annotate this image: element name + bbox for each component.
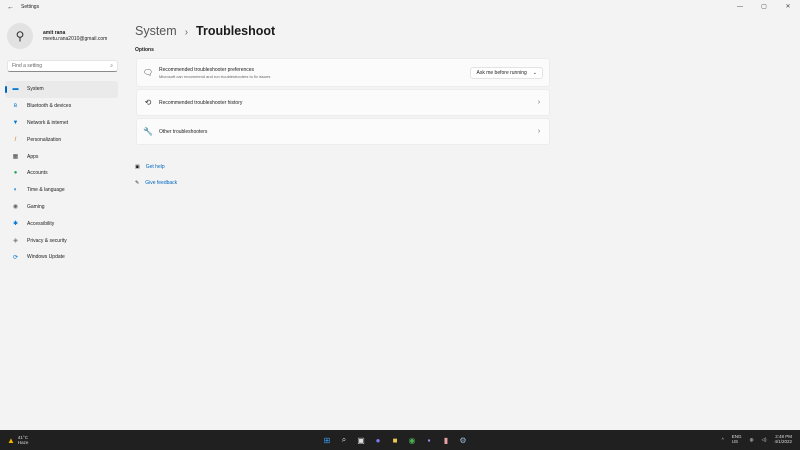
- start-icon[interactable]: ⊞: [320, 433, 334, 447]
- troubleshooter-history-card[interactable]: ⟲ Recommended troubleshooter history ›: [136, 89, 550, 116]
- card-title: Recommended troubleshooter history: [159, 99, 243, 106]
- premiere-icon[interactable]: ▪: [422, 433, 436, 447]
- settings-icon[interactable]: ⚙: [456, 433, 470, 447]
- search-icon[interactable]: ⌕: [337, 433, 351, 447]
- maximize-button[interactable]: ▢: [752, 0, 776, 14]
- section-heading: Options: [135, 47, 154, 53]
- sidebar-item-label: Time & language: [27, 187, 65, 194]
- card-subtitle: Microsoft can recommend and run troubles…: [159, 73, 271, 79]
- nav-icon: ▦: [12, 154, 19, 161]
- chat-icon[interactable]: ●: [371, 433, 385, 447]
- card-title: Other troubleshooters: [159, 128, 208, 135]
- user-email: meetu.rana2010@gmail.com: [43, 36, 108, 42]
- sidebar-item-bluetooth-devices[interactable]: ʙ Bluetooth & devices: [5, 98, 118, 115]
- give-feedback-label[interactable]: Give feedback: [145, 180, 177, 186]
- taskbar: ▲ 41°C Haze ⊞ ⌕ ▣ ● ■ ◉ ▪ ▮ ⚙ ^ ENG US ◍ ◁…: [0, 430, 800, 450]
- dropdown-value: Ask me before running: [476, 69, 527, 76]
- avatar-icon: ⚲: [7, 23, 33, 49]
- history-icon: ⟲: [144, 98, 152, 107]
- nav-icon: /: [14, 136, 17, 143]
- date: 4/1/2022: [774, 439, 792, 445]
- volume-icon[interactable]: ◁): [762, 437, 767, 442]
- window-title: Settings: [21, 4, 40, 10]
- user-profile[interactable]: ⚲ amit rana meetu.rana2010@gmail.com: [7, 23, 107, 49]
- chevron-right-icon: ›: [537, 128, 541, 135]
- chat-icon: 🗨: [142, 68, 154, 77]
- sidebar-item-accessibility[interactable]: ✱ Accessibility: [5, 215, 118, 232]
- sidebar-item-label: Privacy & security: [27, 237, 67, 244]
- sidebar-item-personalization[interactable]: / Personalization: [5, 131, 118, 148]
- sidebar-nav: ▬ System ʙ Bluetooth & devices ▼ Network & in…: [5, 81, 118, 266]
- nav-icon: ◈: [13, 238, 18, 245]
- sidebar-item-label: Bluetooth & devices: [27, 103, 72, 110]
- sidebar-item-privacy-security[interactable]: ◈ Privacy & security: [5, 232, 118, 249]
- sidebar-item-label: Personalization: [27, 136, 62, 143]
- search-icon: ⌕: [110, 63, 113, 69]
- wrench-icon: 🔧: [143, 127, 153, 136]
- sidebar-item-label: System: [27, 86, 44, 93]
- region-code: US: [731, 439, 739, 445]
- paint-icon[interactable]: ▮: [439, 433, 453, 447]
- sidebar-item-apps[interactable]: ▦ Apps: [5, 148, 118, 165]
- sidebar-item-windows-update[interactable]: ⟳ Windows Update: [5, 249, 118, 266]
- preference-dropdown[interactable]: Ask me before running ⌄: [470, 66, 543, 79]
- sidebar-item-gaming[interactable]: ◉ Gaming: [5, 199, 118, 216]
- sidebar-item-accounts[interactable]: ● Accounts: [5, 165, 118, 182]
- task-view-icon[interactable]: ▣: [354, 433, 368, 447]
- get-help-label[interactable]: Get help: [146, 164, 165, 170]
- network-icon[interactable]: ◍: [750, 437, 754, 442]
- minimize-button[interactable]: —: [728, 0, 752, 14]
- weather-condition: Haze: [17, 440, 29, 445]
- nav-icon: ▬: [12, 86, 19, 93]
- page-title: Troubleshoot: [196, 24, 276, 38]
- other-troubleshooters-card[interactable]: 🔧 Other troubleshooters ›: [136, 118, 550, 145]
- help-icon: ▣: [135, 164, 140, 170]
- search-input[interactable]: Find a setting ⌕: [7, 60, 118, 72]
- weather-icon: ▲: [7, 435, 15, 445]
- sidebar-item-system[interactable]: ▬ System: [5, 81, 118, 98]
- sidebar-item-label: Apps: [27, 153, 39, 160]
- nav-icon: ▼: [12, 119, 19, 126]
- chevron-right-icon: ›: [184, 27, 189, 38]
- feedback-icon: ✎: [135, 180, 140, 186]
- nav-icon: ●: [13, 170, 18, 177]
- weather-widget[interactable]: ▲ 41°C Haze: [7, 435, 28, 445]
- sidebar-item-time-language[interactable]: ◐ Time & language: [5, 182, 118, 199]
- nav-icon: ◐: [13, 187, 18, 194]
- chevron-right-icon: ›: [537, 99, 541, 106]
- title-bar: ← Settings — ▢ ✕: [0, 0, 800, 14]
- clock[interactable]: 2:48 PM 4/1/2022: [774, 434, 792, 445]
- troubleshooter-preferences-card: 🗨 Recommended troubleshooter preferences…: [136, 58, 550, 87]
- nav-icon: ⟳: [12, 254, 19, 261]
- give-feedback-link[interactable]: ✎ Give feedback: [135, 175, 177, 191]
- sidebar-item-label: Network & internet: [27, 119, 69, 126]
- breadcrumb-system[interactable]: System: [135, 24, 177, 38]
- sidebar-item-label: Accessibility: [27, 220, 55, 227]
- language-indicator[interactable]: ENG US: [732, 434, 742, 445]
- nav-icon: ✱: [12, 221, 19, 228]
- chrome-icon[interactable]: ◉: [405, 433, 419, 447]
- search-placeholder: Find a setting: [12, 63, 43, 69]
- close-button[interactable]: ✕: [776, 0, 800, 14]
- chevron-down-icon: ⌄: [532, 69, 537, 76]
- file-explorer-icon[interactable]: ■: [388, 433, 402, 447]
- sidebar-item-label: Accounts: [27, 170, 48, 177]
- card-title: Recommended troubleshooter preferences: [159, 66, 255, 73]
- breadcrumb: System › Troubleshoot: [135, 24, 275, 38]
- sidebar-item-label: Gaming: [27, 203, 45, 210]
- sidebar-item-label: Windows Update: [27, 254, 65, 261]
- chevron-up-icon[interactable]: ^: [722, 437, 724, 442]
- nav-icon: ◉: [12, 204, 19, 211]
- nav-icon: ʙ: [13, 103, 18, 110]
- back-arrow-icon[interactable]: ←: [7, 4, 21, 11]
- sidebar-item-network-internet[interactable]: ▼ Network & internet: [5, 115, 118, 132]
- get-help-link[interactable]: ▣ Get help: [135, 159, 177, 175]
